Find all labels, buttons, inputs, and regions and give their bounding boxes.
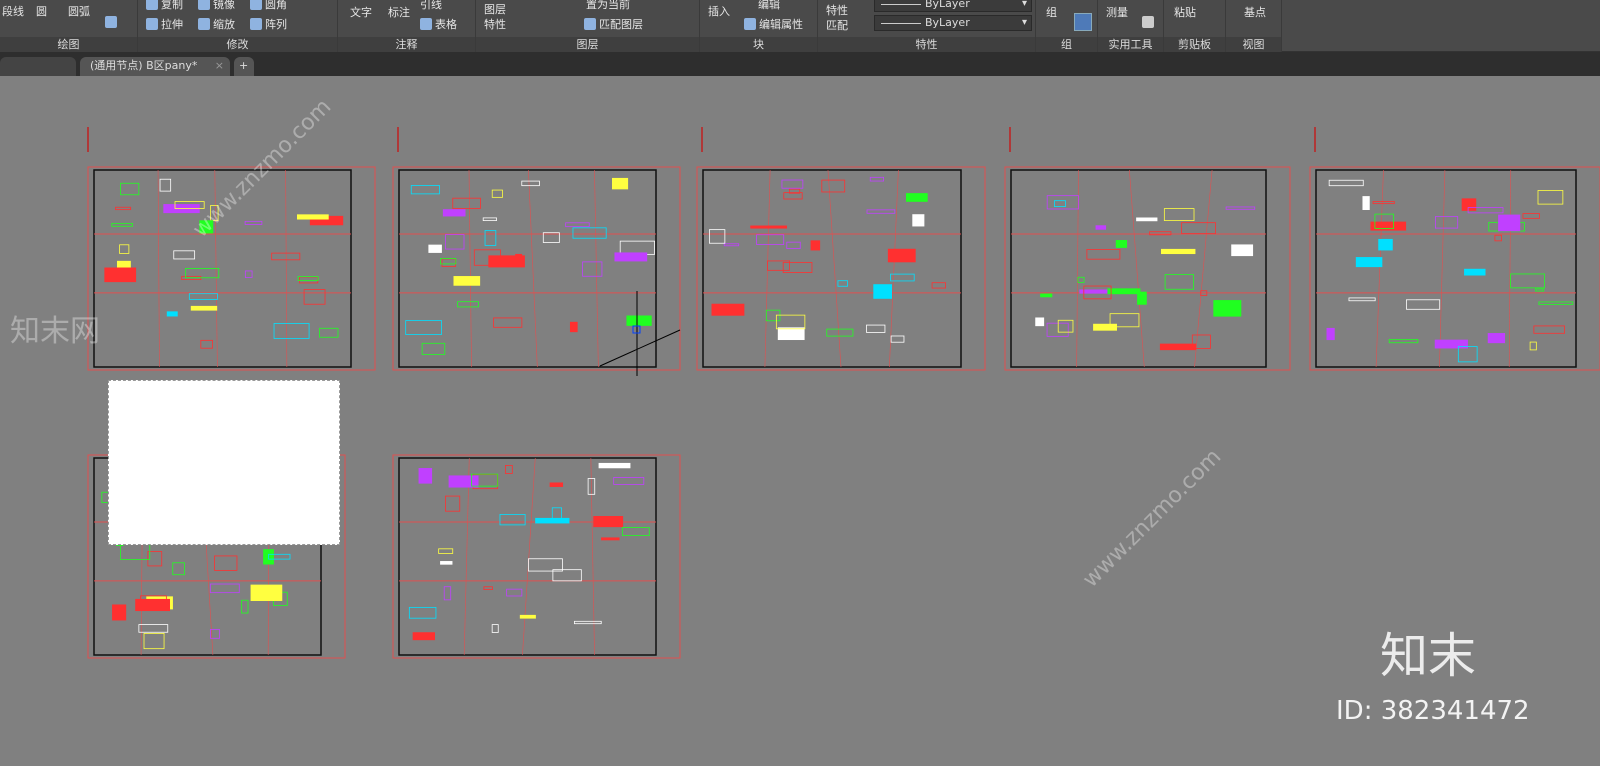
scale-label: 缩放 — [213, 18, 235, 31]
drawing-sheet — [87, 127, 376, 371]
drawing-canvas[interactable]: www.znzmo.com www.znzmo.com 知末网 知末 ID: 3… — [0, 76, 1600, 766]
insert-button[interactable]: 插入 — [708, 3, 730, 19]
document-tab-bar: (通用节点) B区pany* × + — [0, 52, 1600, 76]
modify-panel: 复制 镜像 圆角 拉伸 缩放 阵列 修改 — [138, 0, 338, 52]
drawing-sheet — [392, 454, 681, 659]
drawing-sheet — [696, 127, 986, 371]
annotation-panel-title[interactable]: 注释 — [338, 37, 475, 52]
copy-label: 复制 — [161, 0, 183, 11]
text-button[interactable]: 文字 — [350, 4, 372, 20]
properties-panel: 特性 匹配 ByLayer ByLayer 特性 — [818, 0, 1036, 52]
edit-attributes-label: 编辑属性 — [759, 18, 803, 31]
edit-attributes-icon — [744, 18, 756, 30]
measure-button[interactable]: 测量 — [1106, 4, 1128, 20]
base-point-button[interactable]: 基点 — [1244, 4, 1266, 20]
selection-preview — [108, 380, 340, 545]
drawing-sheet — [1004, 127, 1291, 371]
tab-label: (通用节点) B区pany* — [90, 59, 198, 72]
mirror-label: 镜像 — [213, 0, 235, 11]
match-layer-button[interactable]: 匹配图层 — [584, 16, 643, 32]
view-panel-title[interactable]: 视图 — [1226, 37, 1281, 52]
array-button[interactable]: 阵列 — [250, 16, 287, 32]
block-panel-title[interactable]: 块 — [700, 37, 817, 52]
leader-button[interactable]: 引线 — [420, 0, 442, 12]
stretch-label: 拉伸 — [161, 18, 183, 31]
mirror-button[interactable]: 镜像 — [198, 0, 235, 12]
table-label: 表格 — [435, 18, 457, 31]
clipboard-panel-title[interactable]: 剪贴板 — [1164, 37, 1225, 52]
copy-icon — [146, 0, 158, 10]
view-panel: 基点 视图 — [1226, 0, 1282, 52]
layers-panel-title[interactable]: 图层 — [476, 37, 699, 52]
modify-panel-title[interactable]: 修改 — [138, 37, 337, 52]
linetype-dropdown[interactable]: ByLayer — [874, 0, 1032, 12]
fillet-icon — [250, 0, 262, 10]
layers-panel: 图层 特性 置为当前 匹配图层 图层 — [476, 0, 700, 52]
layer-properties-button[interactable]: 图层 特性 — [484, 2, 506, 32]
group-select-icon[interactable] — [1074, 13, 1092, 31]
table-button[interactable]: 表格 — [420, 16, 457, 32]
watermark-id: ID: 382341472 — [1336, 696, 1530, 726]
utilities-panel: 测量 实用工具 — [1098, 0, 1164, 52]
utilities-panel-title[interactable]: 实用工具 — [1098, 37, 1163, 52]
array-icon — [250, 18, 262, 30]
array-label: 阵列 — [265, 18, 287, 31]
crosshair-cursor — [599, 329, 681, 367]
match-layer-label: 匹配图层 — [599, 18, 643, 31]
annotation-panel: 文字 标注 引线 表格 注释 — [338, 0, 476, 52]
groups-panel: 组 组 — [1036, 0, 1098, 52]
hatch-icon[interactable] — [105, 16, 117, 28]
fillet-button[interactable]: 圆角 — [250, 0, 287, 12]
scale-button[interactable]: 缩放 — [198, 16, 235, 32]
dimension-button[interactable]: 标注 — [388, 4, 410, 20]
paste-button[interactable]: 粘贴 — [1174, 4, 1196, 20]
edit-attributes-button[interactable]: 编辑属性 — [744, 16, 803, 32]
draw-panel: 段线 圆 圆弧 绘图 — [0, 0, 138, 52]
fillet-label: 圆角 — [265, 0, 287, 11]
match-properties-button[interactable]: 特性 匹配 — [826, 3, 848, 33]
new-tab-button[interactable]: + — [234, 57, 254, 76]
lineweight-dropdown[interactable]: ByLayer — [874, 15, 1032, 31]
tab-start[interactable] — [0, 57, 76, 76]
copy-button[interactable]: 复制 — [146, 0, 183, 12]
draw-panel-title[interactable]: 绘图 — [0, 37, 137, 52]
calculator-icon[interactable] — [1142, 16, 1154, 28]
polyline-button[interactable]: 段线 — [2, 3, 24, 19]
stretch-button[interactable]: 拉伸 — [146, 16, 183, 32]
mirror-icon — [198, 0, 210, 10]
groups-panel-title[interactable]: 组 — [1036, 37, 1097, 52]
edit-block-button[interactable]: 编辑 — [758, 0, 780, 12]
match-layer-icon — [584, 18, 596, 30]
properties-panel-title[interactable]: 特性 — [818, 37, 1035, 52]
arc-button[interactable]: 圆弧 — [68, 3, 90, 19]
scale-icon — [198, 18, 210, 30]
drawing-sheet — [1309, 127, 1600, 371]
block-panel: 插入 编辑 编辑属性 块 — [700, 0, 818, 52]
ribbon: 段线 圆 圆弧 绘图 复制 镜像 圆角 拉伸 缩放 阵列 修改 文字 标注 引线… — [0, 0, 1600, 52]
watermark-logo: 知末 — [1380, 628, 1477, 684]
stretch-icon — [146, 18, 158, 30]
group-button[interactable]: 组 — [1046, 4, 1057, 20]
tab-document[interactable]: (通用节点) B区pany* × — [80, 57, 230, 76]
set-current-button[interactable]: 置为当前 — [586, 0, 630, 12]
circle-button[interactable]: 圆 — [36, 3, 47, 19]
table-icon — [420, 18, 432, 30]
clipboard-panel: 粘贴 剪贴板 — [1164, 0, 1226, 52]
close-tab-icon[interactable]: × — [215, 57, 224, 75]
